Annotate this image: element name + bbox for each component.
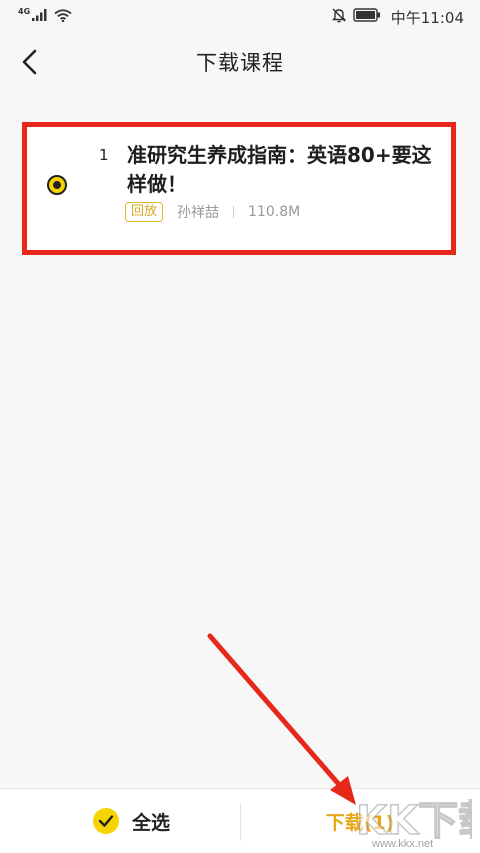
signal-icon	[32, 9, 48, 25]
watermark-url: www.kkx.net	[372, 838, 434, 850]
item-index: 1	[99, 146, 109, 164]
network-type: 4G	[18, 6, 31, 16]
mute-bell-icon	[331, 7, 347, 27]
header: 下载课程	[0, 34, 480, 90]
battery-icon	[353, 8, 381, 26]
item-radio-selected[interactable]	[47, 175, 67, 195]
clock: 中午11:04	[390, 8, 464, 27]
teacher-name: 孙祥喆	[177, 205, 220, 221]
course-title: 准研究生养成指南：英语80+要这样做！	[127, 143, 432, 196]
status-left: 4G	[18, 6, 72, 26]
bar-divider	[240, 803, 241, 841]
select-all-button[interactable]: 全选	[0, 789, 240, 853]
status-right: 中午11:04	[331, 7, 464, 28]
chevron-left-icon	[22, 49, 37, 75]
replay-badge: 回放	[125, 202, 164, 222]
meta-separator	[233, 206, 235, 218]
check-circle-icon	[93, 808, 119, 834]
back-button[interactable]	[10, 42, 50, 82]
select-all-label: 全选	[132, 811, 171, 834]
page-title: 下载课程	[196, 51, 284, 75]
file-size: 110.8M	[248, 204, 301, 220]
course-meta: 回放 孙祥喆 110.8M	[125, 202, 300, 222]
wifi-icon	[54, 8, 72, 26]
download-button[interactable]: 下载(1)	[240, 789, 480, 853]
radio-dot	[53, 181, 61, 189]
course-list-item[interactable]: 1 准研究生养成指南：英语80+要这样做！ 回放 孙祥喆 110.8M	[22, 122, 456, 255]
status-bar: 4G 中午11:04	[0, 0, 480, 34]
